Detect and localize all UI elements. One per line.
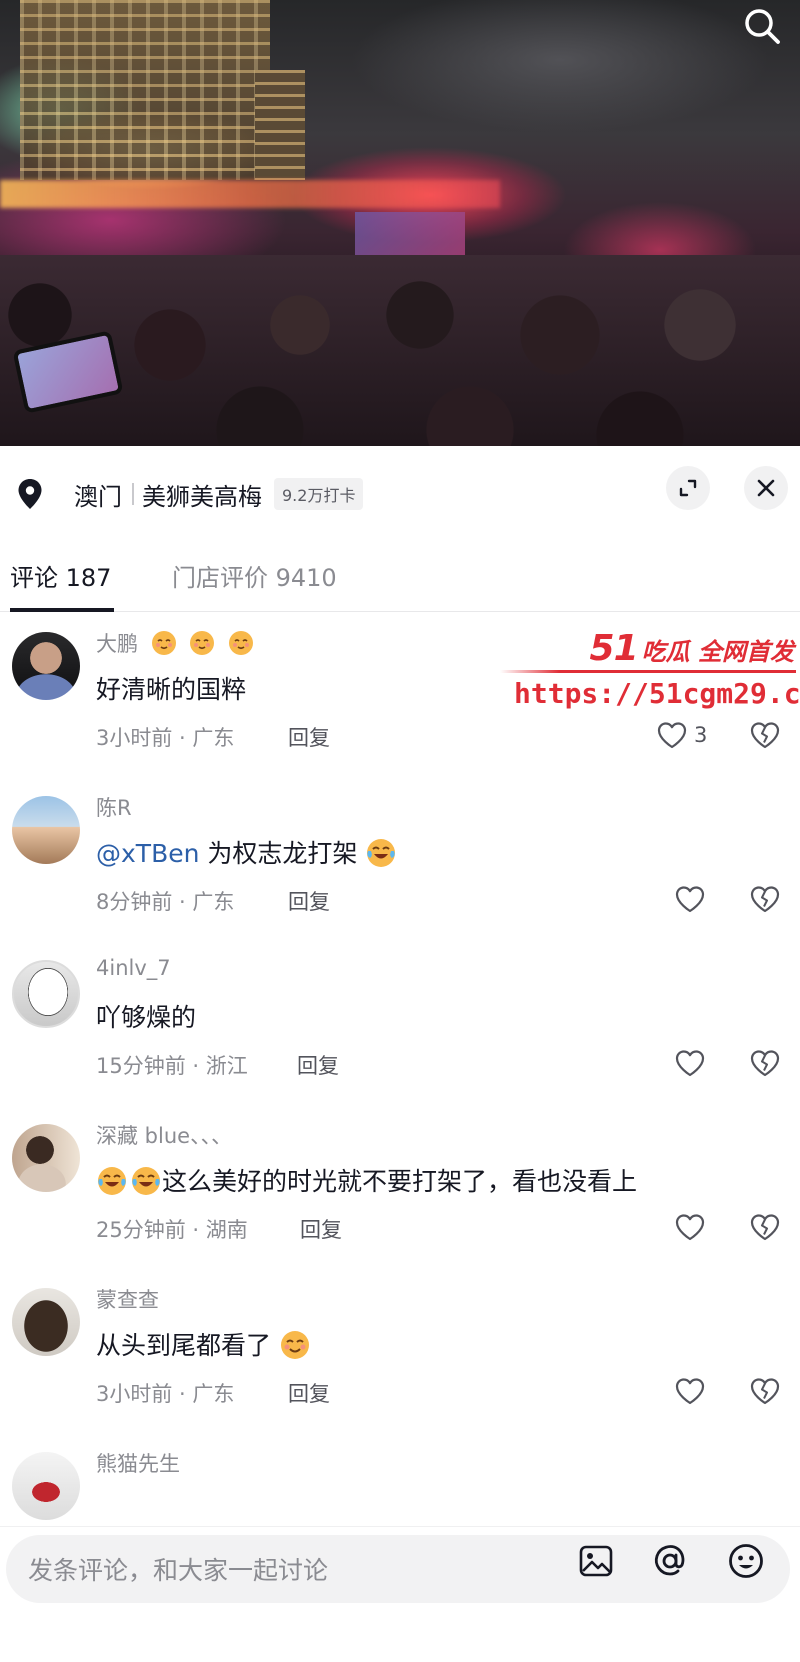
heart-icon [657,722,687,749]
avatar[interactable] [12,1124,80,1192]
video-building-tower [255,70,305,180]
dislike-button[interactable] [748,1374,782,1408]
comment-username[interactable]: 蒙查查 [96,1284,159,1314]
like-button[interactable] [674,882,706,916]
comment-item: 陈R @xTBen 为权志龙打架 8分钟前 · 广东 回复 [0,786,800,946]
checkin-count-badge: 9.2万打卡 [274,478,364,510]
mention-button[interactable] [650,1541,690,1581]
reply-button[interactable]: 回复 [288,1378,330,1408]
like-button[interactable] [674,1210,706,1244]
mention-at-icon [654,1545,685,1576]
crying-laughing-emoji-icon [132,1167,160,1195]
comment-item: 熊猫先生 [0,1442,800,1526]
broken-heart-icon [750,722,780,749]
broken-heart-icon [750,1378,780,1405]
comment-text: 好清晰的国粹 [96,675,247,704]
comment-tabs: 评论 187 门店评价 9410 [0,546,800,612]
comment-text: 从头到尾都看了 [96,1331,272,1360]
comment-text: 这么美好的时光就不要打架了，看也没看上 [162,1167,638,1196]
avatar[interactable] [12,1288,80,1356]
heart-icon [675,1378,705,1405]
location-divider [132,483,134,505]
comment-input-placeholder: 发条评论，和大家一起讨论 [28,1556,329,1585]
comment-username[interactable]: 大鹏 [96,632,138,656]
tab-comments[interactable]: 评论 187 [10,558,111,593]
smile-emoji-icon [280,1331,309,1359]
comment-username[interactable]: 深藏 blue、、、 [96,1120,232,1150]
blush-emoji-icon [190,631,215,655]
comment-time-location: 25分钟前 · 湖南 [96,1218,248,1242]
search-icon [745,9,780,44]
location-city: 澳门 [74,482,122,511]
blush-emoji-icon [229,631,254,655]
crying-laughing-emoji-icon [367,839,396,867]
image-icon [579,1545,613,1577]
comment-text: 为权志龙打架 [199,839,358,868]
like-button[interactable]: 3 [656,718,707,752]
comment-item: 蒙查查 从头到尾都看了 3小时前 · 广东 回复 [0,1278,800,1438]
comment-input-bar: 发条评论，和大家一起讨论 [0,1526,800,1662]
video-building [20,0,270,180]
comment-mention[interactable]: @xTBen [96,839,199,868]
like-count: 3 [694,723,708,747]
comment-username[interactable]: 4inlv_7 [96,956,171,980]
comment-username[interactable]: 陈R [96,792,132,822]
comment-item: 4inlv_7 吖够燥的 15分钟前 · 浙江 回复 [0,950,800,1110]
avatar[interactable] [12,796,80,864]
comment-username[interactable]: 熊猫先生 [96,1448,180,1478]
comment-item: 深藏 blue、、、 这么美好的时光就不要打架了，看也没看上 25分钟前 · 湖… [0,1114,800,1274]
dislike-button[interactable] [748,1046,782,1080]
location-venue[interactable]: 美狮美高梅 [142,477,262,512]
image-button[interactable] [576,1541,616,1581]
collapse-button[interactable] [666,466,710,510]
avatar[interactable] [12,632,80,700]
comment-time-location: 8分钟前 · 广东 [96,890,235,914]
crying-laughing-emoji-icon [98,1167,126,1195]
search-button[interactable] [738,2,786,50]
reply-button[interactable]: 回复 [288,886,330,916]
reply-button[interactable]: 回复 [297,1050,339,1080]
comment-time-location: 15分钟前 · 浙江 [96,1054,248,1078]
dislike-button[interactable] [748,882,782,916]
emoji-button[interactable] [726,1541,766,1581]
reply-button[interactable]: 回复 [300,1214,342,1244]
broken-heart-icon [750,886,780,913]
like-button[interactable] [674,1374,706,1408]
broken-heart-icon [750,1214,780,1241]
video-player[interactable] [0,0,800,446]
location-bar[interactable]: 澳门 美狮美高梅 9.2万打卡 [0,446,800,542]
comment-text: 吖够燥的 [96,1003,197,1032]
broken-heart-icon [750,1050,780,1077]
reply-button[interactable]: 回复 [288,722,330,752]
dislike-button[interactable] [748,1210,782,1244]
close-button[interactable] [744,466,788,510]
blush-emoji-icon [151,631,176,655]
heart-icon [675,886,705,913]
video-crowd [0,255,800,446]
avatar[interactable] [12,960,80,1028]
collapse-icon [679,479,697,497]
close-icon [757,479,775,497]
heart-icon [675,1214,705,1241]
comment-item: 大鹏 好清晰的国粹 3小时前 · 广东 回复 3 [0,622,800,782]
comment-time-location: 3小时前 · 广东 [96,1382,235,1406]
emoji-icon [729,1544,763,1578]
tab-store-reviews[interactable]: 门店评价 9410 [172,558,337,593]
active-tab-indicator [10,608,114,612]
like-button[interactable] [674,1046,706,1080]
comment-time-location: 3小时前 · 广东 [96,726,235,750]
dislike-button[interactable] [748,718,782,752]
avatar[interactable] [12,1452,80,1520]
heart-icon [675,1050,705,1077]
video-stage-lights [0,180,500,208]
location-pin-icon [12,476,48,512]
